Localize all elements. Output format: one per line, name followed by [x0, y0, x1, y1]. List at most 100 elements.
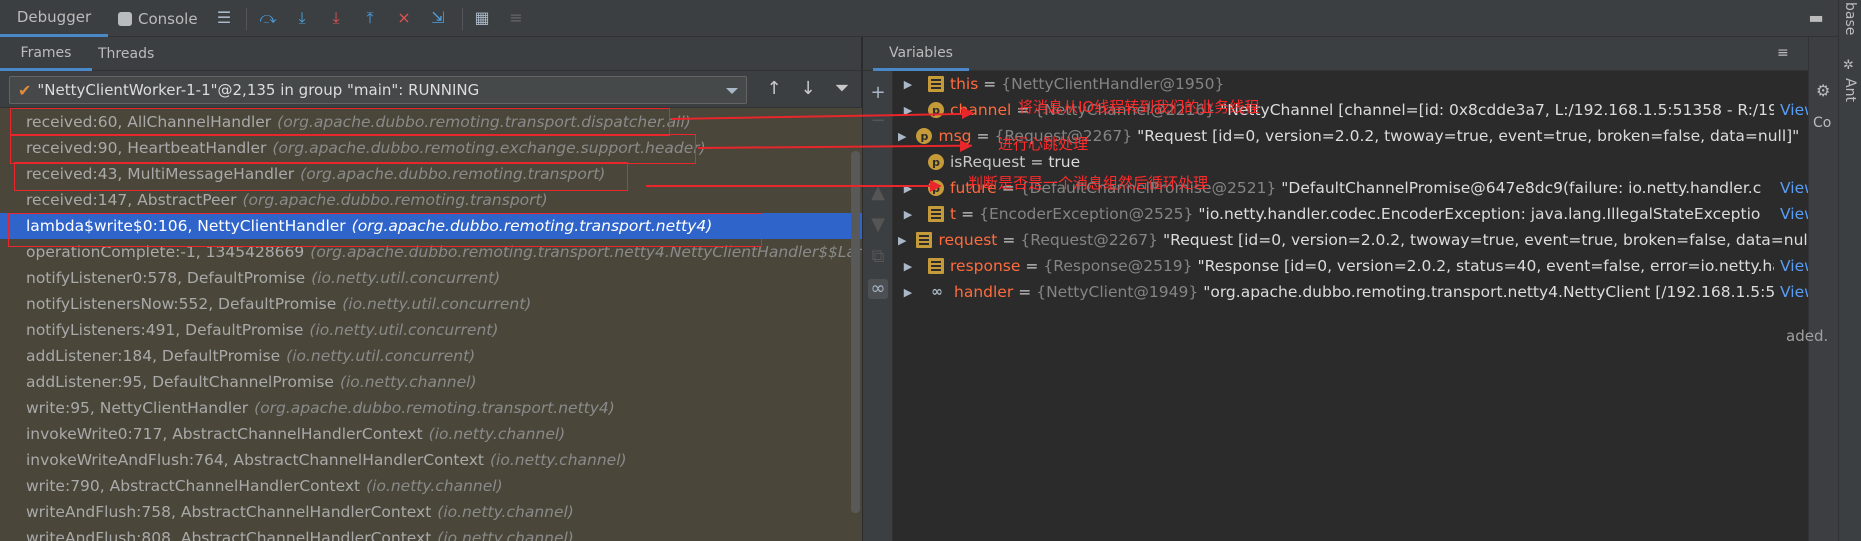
variables-options-icon[interactable]: ≡ — [1777, 45, 1789, 61]
param-icon: p — [916, 128, 933, 144]
show-execution-point-icon[interactable]: ⤼ — [258, 8, 278, 28]
variable-value: true — [1048, 153, 1081, 171]
expand-triangle-icon[interactable]: ▶ — [898, 286, 918, 299]
variable-value: "Request [id=0, version=2.0.2, twoway=tr… — [1137, 127, 1800, 145]
check-icon: ✔ — [18, 80, 32, 100]
settings-icon[interactable]: ⚙ — [1816, 81, 1830, 100]
variable-row[interactable]: ▶ response = {Response@2519} "Response [id=0… — [894, 253, 1817, 279]
show-watches-icon[interactable]: ∞ — [868, 279, 888, 299]
evaluate-expression-icon[interactable]: ▦ — [472, 8, 492, 28]
frame-package: (org.apache.dubbo.remoting.transport.net… — [254, 399, 615, 417]
frame-location: notifyListenersNow:552, DefaultPromise — [26, 295, 337, 313]
frame-row[interactable]: addListener:184, DefaultPromise (io.netty… — [0, 343, 862, 369]
frame-row[interactable]: addListener:95, DefaultChannelPromise (io… — [0, 369, 862, 395]
thread-row: ✔ "NettyClientWorker-1-1"@2,135 in group… — [0, 71, 862, 108]
variable-type: {NettyClientHandler@1950} — [1001, 75, 1225, 93]
annotation-box — [8, 213, 762, 247]
frame-row[interactable]: notifyListener0:578, DefaultPromise (io.n… — [0, 265, 862, 291]
frame-location: notifyListener0:578, DefaultPromise — [26, 269, 306, 287]
previous-frame-icon[interactable]: ↑ — [765, 79, 783, 99]
variables-pane: Variables ≡ + − ▲ ▼ ⧉ ∞ ▶ this = {NettyClie… — [863, 37, 1838, 541]
frame-row[interactable]: write:790, AbstractChannelHandlerContext… — [0, 473, 862, 499]
ant-icon: ✲ — [1843, 58, 1854, 73]
variables-header: Variables ≡ — [863, 37, 1838, 71]
layout-menu-icon[interactable]: ☰ — [214, 8, 234, 28]
filter-icon[interactable]: ⏷ — [833, 79, 851, 99]
move-down-icon: ▼ — [871, 214, 885, 235]
frame-package: (io.netty.channel) — [490, 451, 627, 469]
variable-value: "io.netty.handler.codec.EncoderException… — [1198, 205, 1761, 223]
toolbar-separator — [246, 8, 247, 30]
force-step-into-icon[interactable]: ⤓ — [326, 8, 346, 28]
add-watch-icon[interactable]: + — [868, 83, 888, 103]
equals-sign: = — [976, 127, 990, 145]
frame-row[interactable]: notifyListeners:491, DefaultPromise (io.n… — [0, 317, 862, 343]
expand-triangle-icon[interactable]: ▶ — [898, 208, 918, 221]
annotation-heartbeat-note: 进行心跳处理 — [998, 135, 1089, 153]
variable-name: handler — [954, 283, 1014, 301]
frame-row[interactable]: writeAndFlush:758, AbstractChannelHandle… — [0, 499, 862, 525]
tool-window-strip: base ✲ Ant — [1838, 0, 1861, 541]
variable-name: request — [938, 231, 998, 249]
subtab-threads[interactable]: Threads — [98, 37, 154, 71]
frame-row[interactable]: write:95, NettyClientHandler (org.apache.… — [0, 395, 862, 421]
thread-select[interactable]: ✔ "NettyClientWorker-1-1"@2,135 in group… — [9, 76, 747, 104]
frame-package: (io.netty.channel) — [428, 425, 566, 443]
param-icon: p — [928, 102, 944, 118]
debugger-window: Debugger Console ☰ ⤼ ⤓ ⤓ ⤒ ⨯ ⇲ ▦ ≡ ▬ Fra… — [0, 0, 1861, 541]
frame-location: write:95, NettyClientHandler — [26, 399, 249, 417]
duplicate-icon: ⧉ — [871, 246, 885, 267]
step-over-icon[interactable]: ⤓ — [292, 8, 312, 28]
variable-type: {NettyClient@1949} — [1036, 283, 1199, 301]
layout-settings-icon[interactable]: ▬ — [1806, 8, 1826, 28]
ant-tool-label[interactable]: Ant — [1842, 78, 1858, 102]
frame-package: (io.netty.channel) — [437, 529, 574, 541]
frame-package: (io.netty.util.concurrent) — [286, 347, 476, 365]
variable-row[interactable]: ▶ ∞ handler = {NettyClient@1949} "org.apache.… — [894, 279, 1817, 305]
annotation-dispatch-note: 将消息从IO线程转到我们的业务线程 — [1018, 98, 1260, 116]
run-to-cursor-icon[interactable]: ⇲ — [428, 8, 448, 28]
variable-type: {Response@2519} — [1043, 257, 1193, 275]
variable-value: "org.apache.dubbo.remoting.transport.net… — [1203, 283, 1776, 301]
frame-location: invokeWrite0:717, AbstractChannelHandler… — [26, 425, 423, 443]
frame-package: (io.netty.channel) — [437, 503, 574, 521]
equals-sign: = — [983, 75, 997, 93]
database-tool-label[interactable]: base — [1842, 2, 1858, 35]
variable-row[interactable]: ▶ this = {NettyClientHandler@1950} — [894, 71, 1794, 97]
thread-select-value: "NettyClientWorker-1-1"@2,135 in group "… — [37, 81, 480, 99]
tab-debugger[interactable]: Debugger — [0, 0, 108, 37]
trace-icon[interactable]: ≡ — [506, 8, 526, 28]
frame-row[interactable]: invokeWriteAndFlush:764, AbstractChannel… — [0, 447, 862, 473]
step-out-icon[interactable]: ⤒ — [360, 8, 380, 28]
frame-row[interactable]: notifyListenersNow:552, DefaultPromise (i… — [0, 291, 862, 317]
expand-triangle-icon[interactable]: ▶ — [898, 234, 906, 247]
frame-package: (io.netty.channel) — [339, 373, 477, 391]
equals-sign: = — [1025, 257, 1039, 275]
frame-location: invokeWriteAndFlush:764, AbstractChannel… — [26, 451, 484, 469]
frame-location: writeAndFlush:808, AbstractChannelHandle… — [26, 529, 432, 541]
expand-triangle-icon[interactable]: ▶ — [898, 78, 918, 91]
variable-row[interactable]: ▶ t = {EncoderException@2525} "io.netty.hand… — [894, 201, 1817, 227]
equals-sign: = — [1018, 283, 1032, 301]
frames-scrollbar[interactable] — [851, 151, 860, 513]
frame-row[interactable]: writeAndFlush:808, AbstractChannelHandle… — [0, 525, 862, 541]
annotation-arrow — [962, 107, 974, 119]
equals-sign: = — [1030, 153, 1044, 171]
tab-console[interactable]: Console — [118, 0, 210, 37]
frame-location: addListener:95, DefaultChannelPromise — [26, 373, 334, 391]
expand-triangle-icon[interactable]: ▶ — [898, 182, 918, 195]
drop-frame-icon[interactable]: ⨯ — [394, 8, 414, 28]
variable-row[interactable]: ▶ request = {Request@2267} "Request [id=0, v… — [894, 227, 1825, 253]
expand-triangle-icon[interactable]: ▶ — [898, 130, 906, 143]
frame-location: writeAndFlush:758, AbstractChannelHandle… — [26, 503, 432, 521]
tab-console-label: Console — [138, 9, 198, 28]
annotation-arrow — [960, 140, 972, 152]
variable-name: t — [950, 205, 957, 223]
variable-value: "Request [id=0, version=2.0.2, twoway=tr… — [1163, 231, 1826, 249]
frame-location: addListener:184, DefaultPromise — [26, 347, 281, 365]
next-frame-icon[interactable]: ↓ — [799, 79, 817, 99]
expand-triangle-icon[interactable]: ▶ — [898, 260, 918, 273]
subtab-frames[interactable]: Frames — [0, 37, 92, 71]
frame-row[interactable]: invokeWrite0:717, AbstractChannelHandler… — [0, 421, 862, 447]
field-icon — [928, 258, 944, 274]
